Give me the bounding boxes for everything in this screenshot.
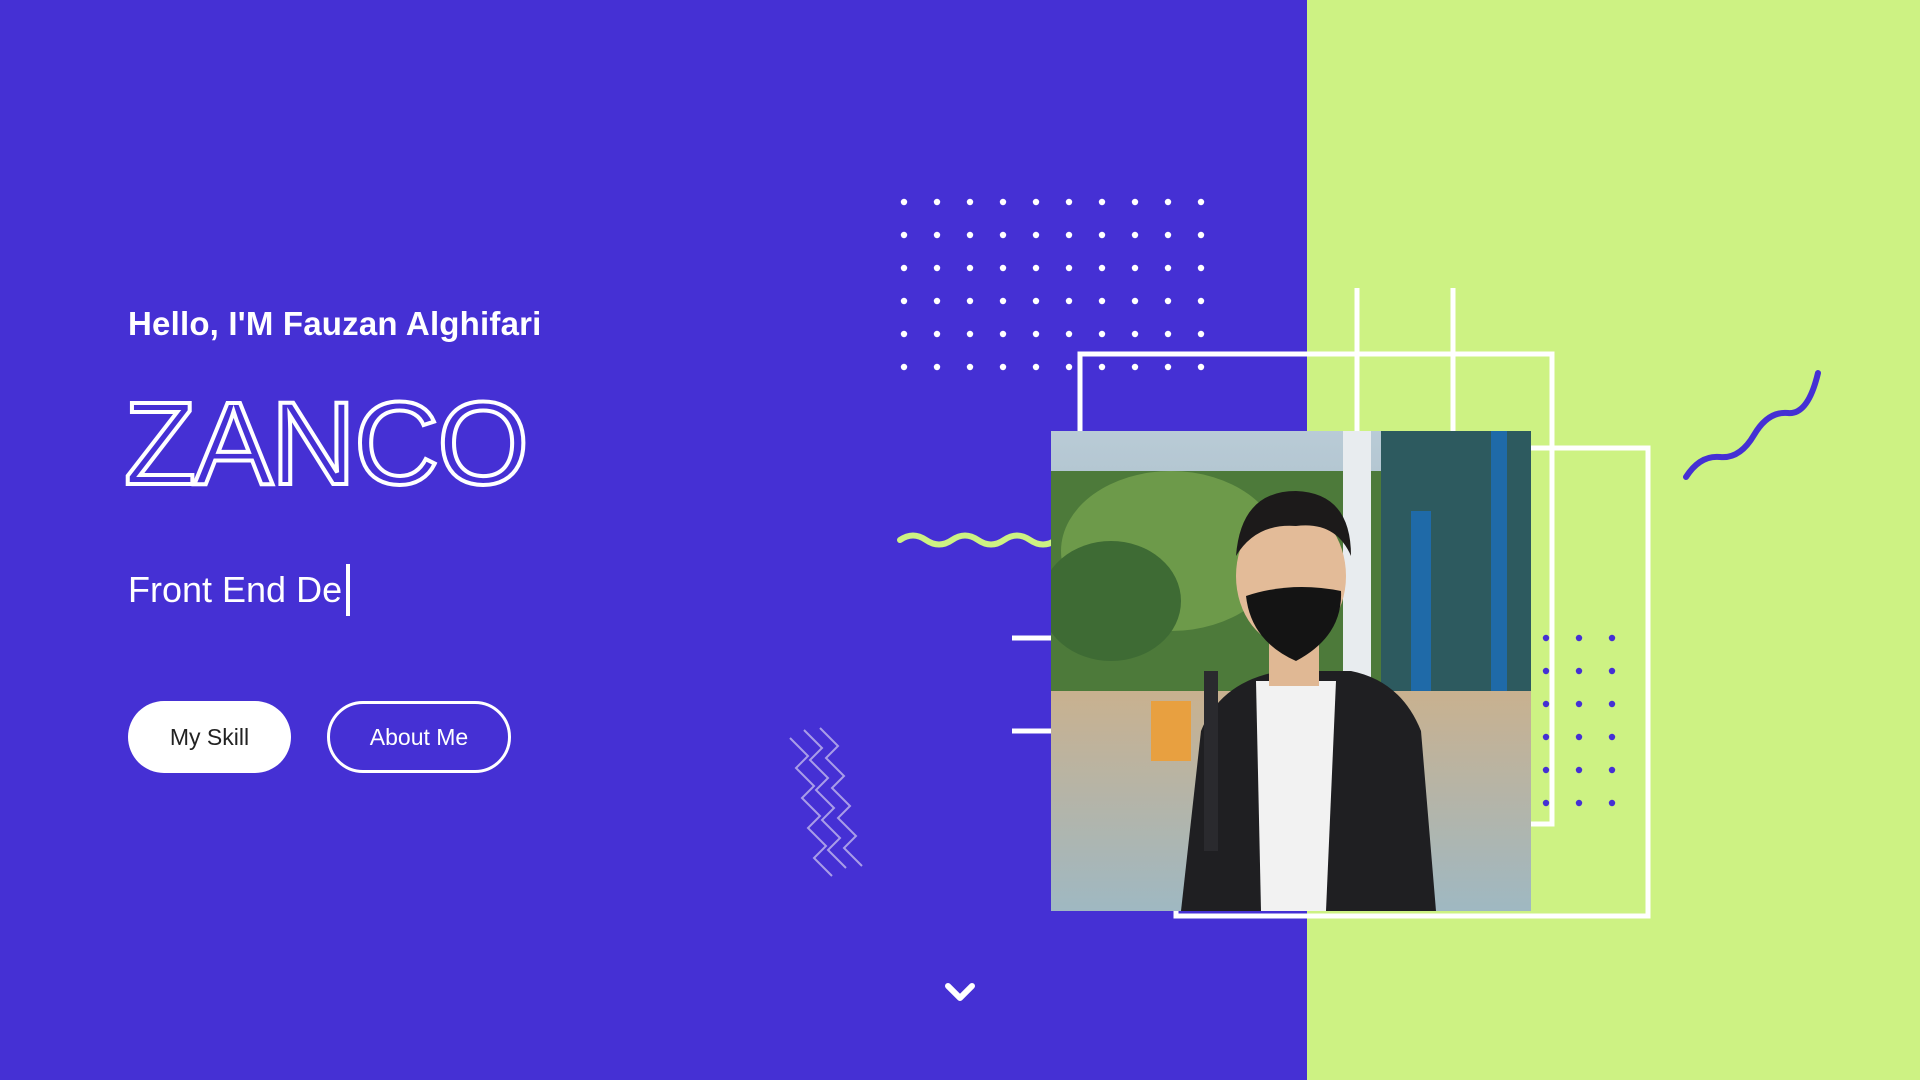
scroll-down-button[interactable]: [942, 978, 978, 1008]
dot: [1164, 231, 1172, 239]
dot: [1575, 766, 1583, 774]
dot: [1131, 297, 1139, 305]
dot: [1098, 264, 1106, 272]
dot: [966, 198, 974, 206]
dot: [900, 198, 908, 206]
dot: [1608, 634, 1616, 642]
dot: [900, 330, 908, 338]
dot: [999, 264, 1007, 272]
dot: [1032, 363, 1040, 371]
dot: [999, 297, 1007, 305]
dot: [933, 330, 941, 338]
dot: [966, 231, 974, 239]
typed-role: Front End De: [128, 564, 351, 616]
dot: [966, 297, 974, 305]
greeting-text: Hello, I'M Fauzan Alghifari: [128, 305, 542, 342]
dot: [1197, 297, 1205, 305]
dot: [900, 264, 908, 272]
dot: [1065, 264, 1073, 272]
dot: [966, 363, 974, 371]
dot: [966, 264, 974, 272]
dot-grid-decoration: [900, 198, 1205, 371]
dot: [900, 363, 908, 371]
dot: [1575, 634, 1583, 642]
dot: [1131, 264, 1139, 272]
chevron-down-icon: [945, 983, 975, 1001]
dot: [900, 231, 908, 239]
dot: [999, 231, 1007, 239]
dot: [1032, 264, 1040, 272]
dot: [1098, 363, 1106, 371]
dot: [1542, 700, 1550, 708]
dot: [1197, 198, 1205, 206]
dot: [1575, 667, 1583, 675]
dot: [1542, 634, 1550, 642]
dot: [966, 330, 974, 338]
dot: [933, 198, 941, 206]
about-me-button[interactable]: About Me: [327, 701, 511, 773]
text-cursor: [346, 564, 351, 616]
zigzag-decoration: [789, 727, 863, 877]
decorations: [789, 198, 1821, 919]
dot: [1164, 330, 1172, 338]
dot: [1032, 297, 1040, 305]
dot: [1542, 667, 1550, 675]
dot: [933, 231, 941, 239]
dot: [1131, 231, 1139, 239]
dot: [1164, 297, 1172, 305]
dot: [1608, 799, 1616, 807]
dot: [1608, 700, 1616, 708]
dot: [1542, 766, 1550, 774]
dot: [933, 297, 941, 305]
dot: [1197, 231, 1205, 239]
dot: [1065, 198, 1073, 206]
dot: [1575, 733, 1583, 741]
dot: [1131, 330, 1139, 338]
dot: [1065, 297, 1073, 305]
dot: [999, 363, 1007, 371]
dot: [1164, 264, 1172, 272]
dot: [1608, 766, 1616, 774]
dot: [1098, 231, 1106, 239]
dot: [1164, 198, 1172, 206]
dot: [1098, 330, 1106, 338]
dot: [1131, 198, 1139, 206]
dot: [1032, 231, 1040, 239]
profile-photo: [1051, 431, 1531, 911]
brand-title: ZANCO: [122, 378, 531, 510]
dot: [1098, 198, 1106, 206]
dot: [1575, 700, 1583, 708]
dot: [933, 264, 941, 272]
hero-section: Hello, I'M Fauzan Alghifari ZANCO Front …: [0, 0, 1920, 1080]
squiggle-decoration: [1683, 370, 1821, 480]
typed-role-text: Front End De: [128, 569, 343, 610]
dot: [1131, 363, 1139, 371]
dot: [1575, 799, 1583, 807]
dot: [1032, 198, 1040, 206]
dot: [1197, 330, 1205, 338]
dot: [1608, 667, 1616, 675]
dot: [999, 198, 1007, 206]
dot: [999, 330, 1007, 338]
dot: [1542, 733, 1550, 741]
dot: [1065, 330, 1073, 338]
dot: [1032, 330, 1040, 338]
dot: [1098, 297, 1106, 305]
dot: [1065, 363, 1073, 371]
my-skill-button[interactable]: My Skill: [128, 701, 291, 773]
dot: [900, 297, 908, 305]
dot: [933, 363, 941, 371]
dot: [1608, 733, 1616, 741]
dot: [1065, 231, 1073, 239]
dot: [1197, 363, 1205, 371]
dot: [1197, 264, 1205, 272]
dot: [1542, 799, 1550, 807]
dot: [1164, 363, 1172, 371]
